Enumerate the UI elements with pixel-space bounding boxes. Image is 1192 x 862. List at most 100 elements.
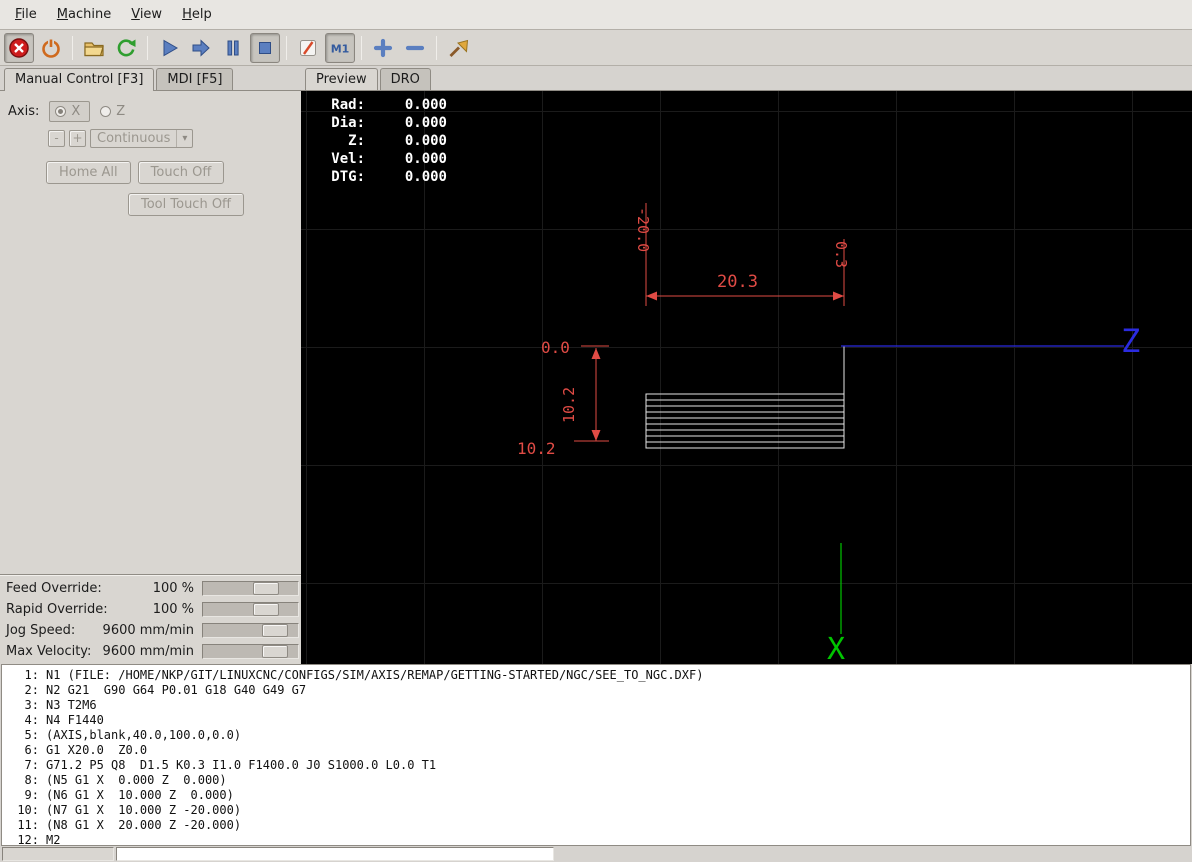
menu-machine[interactable]: Machine bbox=[48, 3, 120, 26]
menu-view[interactable]: View bbox=[122, 3, 171, 26]
gcode-line[interactable]: 9:(N6 G1 X 10.000 Z 0.000) bbox=[12, 788, 1190, 803]
estop-icon bbox=[8, 37, 30, 59]
gcode-listing[interactable]: 1:N1 (FILE: /HOME/NKP/GIT/LINUXCNC/CONFI… bbox=[1, 664, 1191, 846]
max-velocity-slider[interactable] bbox=[202, 644, 299, 659]
gcode-line-number: 9: bbox=[12, 788, 46, 803]
skip-lines-button[interactable] bbox=[293, 33, 323, 63]
gcode-line[interactable]: 4:N4 F1440 bbox=[12, 713, 1190, 728]
control-panel: Manual Control [F3] MDI [F5] Axis: X Z bbox=[0, 66, 301, 664]
machine-power-button[interactable] bbox=[36, 33, 66, 63]
chevron-down-icon: ▾ bbox=[176, 130, 192, 147]
gcode-line[interactable]: 6:G1 X20.0 Z0.0 bbox=[12, 743, 1190, 758]
optional-stop-button[interactable]: M1 bbox=[325, 33, 355, 63]
toolbar-separator bbox=[147, 36, 148, 60]
tab-manual-control[interactable]: Manual Control [F3] bbox=[4, 68, 154, 91]
tool-touch-off-button[interactable]: Tool Touch Off bbox=[128, 193, 244, 216]
axis-radio-z[interactable]: Z bbox=[100, 104, 125, 119]
gcode-line[interactable]: 10:(N7 G1 X 10.000 Z -20.000) bbox=[12, 803, 1190, 818]
gcode-line-number: 1: bbox=[12, 668, 46, 683]
rapid-override-slider[interactable] bbox=[202, 602, 299, 617]
jog-mode-value: Continuous bbox=[97, 131, 170, 146]
touch-off-button[interactable]: Touch Off bbox=[138, 161, 225, 184]
jog-minus-button[interactable]: - bbox=[48, 130, 65, 147]
dimension-annotations: -20.0 0.3 20.3 0.0 10.2 10.2 bbox=[517, 203, 850, 458]
max-velocity-label: Max Velocity: bbox=[6, 644, 91, 659]
slider-handle[interactable] bbox=[262, 624, 288, 637]
gcode-line-text: (N6 G1 X 10.000 Z 0.000) bbox=[46, 788, 234, 803]
skip-lines-icon bbox=[297, 37, 319, 59]
clear-plot-icon bbox=[447, 37, 469, 59]
gcode-line[interactable]: 5:(AXIS,blank,40.0,100.0,0.0) bbox=[12, 728, 1190, 743]
axis-label: Axis: bbox=[8, 104, 39, 119]
menu-file[interactable]: File bbox=[6, 3, 46, 26]
step-icon bbox=[190, 37, 212, 59]
slider-handle[interactable] bbox=[262, 645, 288, 658]
gcode-line-text: N4 F1440 bbox=[46, 713, 104, 728]
gcode-line-number: 3: bbox=[12, 698, 46, 713]
menubar: File Machine View Help bbox=[0, 0, 1192, 30]
radio-unselected-icon bbox=[100, 106, 111, 117]
dim-z-length: -20.0 bbox=[634, 207, 652, 252]
gcode-line-text: N3 T2M6 bbox=[46, 698, 97, 713]
gcode-line-number: 5: bbox=[12, 728, 46, 743]
gcode-line-number: 6: bbox=[12, 743, 46, 758]
gcode-line[interactable]: 1:N1 (FILE: /HOME/NKP/GIT/LINUXCNC/CONFI… bbox=[12, 668, 1190, 683]
axis-z-label: Z bbox=[116, 104, 125, 119]
axis-x-label: X bbox=[71, 104, 80, 119]
gcode-line-text: M2 bbox=[46, 833, 60, 846]
gcode-line-text: N2 G21 G90 G64 P0.01 G18 G40 G49 G7 bbox=[46, 683, 306, 698]
reload-button[interactable] bbox=[111, 33, 141, 63]
gcode-line[interactable]: 3:N3 T2M6 bbox=[12, 698, 1190, 713]
toolbar: M1 bbox=[0, 30, 1192, 66]
slider-handle[interactable] bbox=[253, 603, 279, 616]
menu-help[interactable]: Help bbox=[173, 3, 221, 26]
slider-handle[interactable] bbox=[253, 582, 279, 595]
tab-mdi[interactable]: MDI [F5] bbox=[156, 68, 233, 90]
clear-plot-button[interactable] bbox=[443, 33, 473, 63]
gcode-line-number: 4: bbox=[12, 713, 46, 728]
main-area: Manual Control [F3] MDI [F5] Axis: X Z bbox=[0, 66, 1192, 664]
run-button[interactable] bbox=[154, 33, 184, 63]
open-file-button[interactable] bbox=[79, 33, 109, 63]
dim-x-height: 10.2 bbox=[560, 387, 578, 423]
gcode-line[interactable]: 7:G71.2 P5 Q8 D1.5 K0.3 I1.0 F1400.0 J0 … bbox=[12, 758, 1190, 773]
stop-button[interactable] bbox=[250, 33, 280, 63]
radio-selected-icon bbox=[55, 106, 66, 117]
pause-icon bbox=[222, 37, 244, 59]
control-tabs: Manual Control [F3] MDI [F5] bbox=[0, 66, 301, 90]
tab-preview[interactable]: Preview bbox=[305, 68, 378, 91]
gcode-line[interactable]: 2:N2 G21 G90 G64 P0.01 G18 G40 G49 G7 bbox=[12, 683, 1190, 698]
toolbar-separator bbox=[286, 36, 287, 60]
preview-canvas[interactable]: Rad:0.000 Dia:0.000 Z:0.000 Vel:0.000 DT… bbox=[301, 90, 1192, 664]
step-button[interactable] bbox=[186, 33, 216, 63]
max-velocity-value: 9600 mm/min bbox=[103, 644, 194, 659]
zoom-in-button[interactable] bbox=[368, 33, 398, 63]
machine-power-icon bbox=[40, 37, 62, 59]
axis-radio-x[interactable]: X bbox=[49, 101, 90, 122]
open-file-icon bbox=[83, 37, 105, 59]
gcode-line[interactable]: 11:(N8 G1 X 20.000 Z -20.000) bbox=[12, 818, 1190, 833]
status-message-cell bbox=[116, 847, 554, 861]
gcode-line-number: 12: bbox=[12, 833, 46, 846]
jog-speed-slider[interactable] bbox=[202, 623, 299, 638]
gcode-line-text: (N5 G1 X 0.000 Z 0.000) bbox=[46, 773, 227, 788]
jog-plus-button[interactable]: + bbox=[69, 130, 86, 147]
reload-icon bbox=[115, 37, 137, 59]
pause-button[interactable] bbox=[218, 33, 248, 63]
svg-text:M1: M1 bbox=[331, 42, 350, 55]
preview-panel: Preview DRO Rad:0.000 Dia:0.000 Z:0.000 … bbox=[301, 66, 1192, 664]
gcode-line[interactable]: 12:M2 bbox=[12, 833, 1190, 846]
machine-axes: Z X bbox=[827, 322, 1140, 664]
zoom-out-button[interactable] bbox=[400, 33, 430, 63]
gcode-line[interactable]: 8:(N5 G1 X 0.000 Z 0.000) bbox=[12, 773, 1190, 788]
jog-mode-combo[interactable]: Continuous ▾ bbox=[90, 129, 193, 148]
estop-button[interactable] bbox=[4, 33, 34, 63]
gcode-line-text: (AXIS,blank,40.0,100.0,0.0) bbox=[46, 728, 241, 743]
gcode-line-number: 7: bbox=[12, 758, 46, 773]
tab-dro[interactable]: DRO bbox=[380, 68, 431, 90]
gcode-line-text: N1 (FILE: /HOME/NKP/GIT/LINUXCNC/CONFIGS… bbox=[46, 668, 703, 683]
zoom-in-icon bbox=[372, 37, 394, 59]
optional-stop-icon: M1 bbox=[329, 37, 351, 59]
home-all-button[interactable]: Home All bbox=[46, 161, 131, 184]
feed-override-slider[interactable] bbox=[202, 581, 299, 596]
